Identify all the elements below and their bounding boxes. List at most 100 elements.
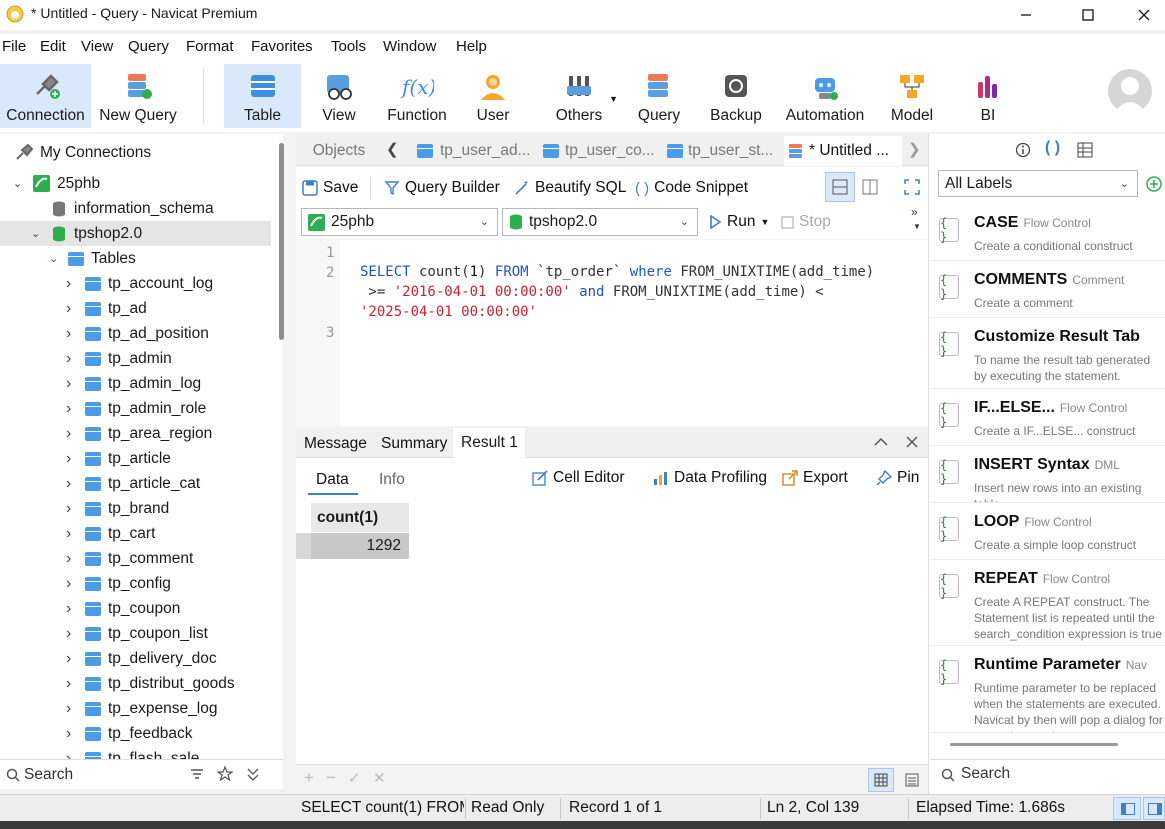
bi-button[interactable]: BI bbox=[960, 64, 1016, 128]
connection-25phb[interactable]: ⌄ 25phb bbox=[0, 171, 271, 196]
table-item[interactable]: › tp_ad bbox=[0, 296, 271, 321]
table-item[interactable]: › tp_account_log bbox=[0, 271, 271, 296]
star-icon[interactable] bbox=[217, 766, 233, 781]
apply-icon[interactable]: ✓ bbox=[348, 769, 361, 787]
code-snippet-icon[interactable]: ( ) bbox=[1045, 139, 1060, 157]
avatar[interactable] bbox=[1108, 69, 1152, 113]
chevron-right-icon[interactable]: › bbox=[66, 350, 71, 368]
dropdown-icon[interactable]: ▼ bbox=[913, 222, 921, 231]
query-builder-button[interactable]: Query Builder bbox=[384, 179, 500, 197]
menu-tools[interactable]: Tools bbox=[331, 38, 366, 55]
export-button[interactable]: Export bbox=[782, 469, 848, 487]
menu-help[interactable]: Help bbox=[456, 38, 487, 55]
table-item[interactable]: › tp_expense_log bbox=[0, 696, 271, 721]
function-button[interactable]: f(x) Function bbox=[378, 64, 456, 128]
snippet-item[interactable]: { } INSERT Syntax DML Insert new rows into … bbox=[930, 447, 1165, 503]
new-query-button[interactable]: New Query bbox=[93, 64, 183, 128]
table-item[interactable]: › tp_article bbox=[0, 446, 271, 471]
others-button[interactable]: Others ▼ bbox=[540, 64, 618, 128]
chevron-right-icon[interactable]: › bbox=[66, 475, 71, 493]
save-button[interactable]: Save bbox=[302, 179, 358, 197]
user-button[interactable]: User bbox=[462, 64, 524, 128]
chevron-right-icon[interactable]: › bbox=[66, 650, 71, 668]
table-item[interactable]: › tp_config bbox=[0, 571, 271, 596]
subtab-data[interactable]: Data bbox=[316, 471, 349, 489]
object-list-icon[interactable] bbox=[1077, 142, 1093, 158]
table-button[interactable]: Table bbox=[224, 64, 301, 128]
backup-button[interactable]: Backup bbox=[704, 64, 768, 128]
chevron-right-icon[interactable]: › bbox=[66, 275, 71, 293]
label-filter-select[interactable]: All Labels ⌄ bbox=[938, 170, 1138, 197]
tab-message[interactable]: Message bbox=[304, 435, 367, 453]
database-tpshop[interactable]: ⌄ tpshop2.0 bbox=[0, 221, 271, 246]
tables-folder[interactable]: ⌄ Tables bbox=[0, 246, 271, 271]
tab-scroll-left-icon[interactable]: ❮ bbox=[386, 140, 399, 158]
column-header-count[interactable]: count(1) bbox=[311, 503, 409, 532]
menu-favorites[interactable]: Favorites bbox=[251, 38, 313, 55]
table-item[interactable]: › tp_area_region bbox=[0, 421, 271, 446]
chevron-right-icon[interactable]: › bbox=[66, 525, 71, 543]
table-item[interactable]: › tp_admin bbox=[0, 346, 271, 371]
snippet-item[interactable]: { } IF...ELSE... Flow Control Create a IF..… bbox=[930, 390, 1165, 446]
chevron-right-icon[interactable]: › bbox=[66, 400, 71, 418]
fullscreen-icon[interactable] bbox=[904, 179, 920, 195]
info-icon[interactable] bbox=[1015, 142, 1031, 158]
filter-icon[interactable] bbox=[190, 768, 204, 780]
chevron-down-icon[interactable]: ⌄ bbox=[49, 252, 58, 265]
tab-user-st[interactable]: tp_user_st... bbox=[662, 136, 782, 166]
chevron-right-icon[interactable]: › bbox=[66, 725, 71, 743]
menu-edit[interactable]: Edit bbox=[40, 38, 66, 55]
layout-horizontal-button[interactable] bbox=[825, 172, 855, 202]
snippet-search-input[interactable]: Search bbox=[961, 765, 1010, 783]
snippet-item[interactable]: { } Customize Result Tab To name the resul… bbox=[930, 319, 1165, 389]
beautify-sql-button[interactable]: Beautify SQL bbox=[514, 179, 626, 197]
chevron-right-icon[interactable]: › bbox=[66, 325, 71, 343]
query-button[interactable]: Query bbox=[628, 64, 690, 128]
delete-record-icon[interactable]: − bbox=[326, 768, 336, 788]
navigation-scrollbar[interactable] bbox=[279, 143, 284, 340]
menu-view[interactable]: View bbox=[81, 38, 113, 55]
cell-editor-button[interactable]: Cell Editor bbox=[532, 469, 625, 487]
table-item[interactable]: › tp_admin_log bbox=[0, 371, 271, 396]
chevron-right-icon[interactable]: › bbox=[66, 750, 71, 760]
snippet-item[interactable]: { } COMMENTS Comment Create a comment bbox=[930, 262, 1165, 318]
split-vertical-icon[interactable] bbox=[862, 179, 878, 195]
snippet-scrollbar[interactable] bbox=[950, 743, 1118, 746]
table-item[interactable]: › tp_cart bbox=[0, 521, 271, 546]
snippet-item[interactable]: { } REPEAT Flow Control Create A REPEAT con… bbox=[930, 561, 1165, 646]
chevron-down-icon[interactable]: ⌄ bbox=[13, 177, 22, 190]
menu-format[interactable]: Format bbox=[186, 38, 234, 55]
table-item[interactable]: › tp_flash_sale bbox=[0, 746, 271, 759]
layout-left-panel-button[interactable] bbox=[1113, 797, 1141, 820]
table-item[interactable]: › tp_distribut_goods bbox=[0, 671, 271, 696]
chevron-down-icon[interactable]: ⌄ bbox=[31, 227, 40, 240]
chevron-right-icon[interactable]: › bbox=[66, 550, 71, 568]
automation-button[interactable]: Automation bbox=[778, 64, 872, 128]
chevron-right-icon[interactable]: › bbox=[66, 425, 71, 443]
table-item[interactable]: › tp_coupon bbox=[0, 596, 271, 621]
chevron-right-icon[interactable]: › bbox=[66, 675, 71, 693]
pin-button[interactable]: Pin bbox=[876, 469, 919, 487]
grid-view-button[interactable] bbox=[868, 768, 894, 792]
connection-select[interactable]: 25phb ⌄ bbox=[301, 208, 498, 236]
chevron-right-icon[interactable]: › bbox=[66, 450, 71, 468]
table-item[interactable]: › tp_coupon_list bbox=[0, 621, 271, 646]
maximize-button[interactable] bbox=[1065, 0, 1111, 30]
table-item[interactable]: › tp_comment bbox=[0, 546, 271, 571]
form-view-icon[interactable] bbox=[905, 773, 919, 787]
add-record-icon[interactable]: + bbox=[304, 768, 314, 788]
discard-icon[interactable]: ✕ bbox=[373, 769, 386, 787]
minimize-button[interactable] bbox=[1003, 0, 1049, 30]
snippet-item[interactable]: { } CASE Flow Control Create a conditional … bbox=[930, 205, 1165, 261]
model-button[interactable]: Model bbox=[882, 64, 942, 128]
snippet-item[interactable]: { } Runtime Parameter Nav Runtime parameter… bbox=[930, 647, 1165, 733]
chevron-right-icon[interactable]: › bbox=[66, 625, 71, 643]
tab-objects[interactable]: Objects bbox=[296, 136, 382, 166]
snippet-item[interactable]: { } LOOP Flow Control Create a simple loop … bbox=[930, 504, 1165, 560]
tab-summary[interactable]: Summary bbox=[381, 435, 447, 453]
row-header[interactable] bbox=[296, 533, 311, 559]
close-icon[interactable] bbox=[906, 436, 918, 448]
my-connections-header[interactable]: My Connections bbox=[0, 140, 271, 165]
chevron-right-icon[interactable]: › bbox=[66, 575, 71, 593]
chevron-right-icon[interactable]: › bbox=[66, 700, 71, 718]
